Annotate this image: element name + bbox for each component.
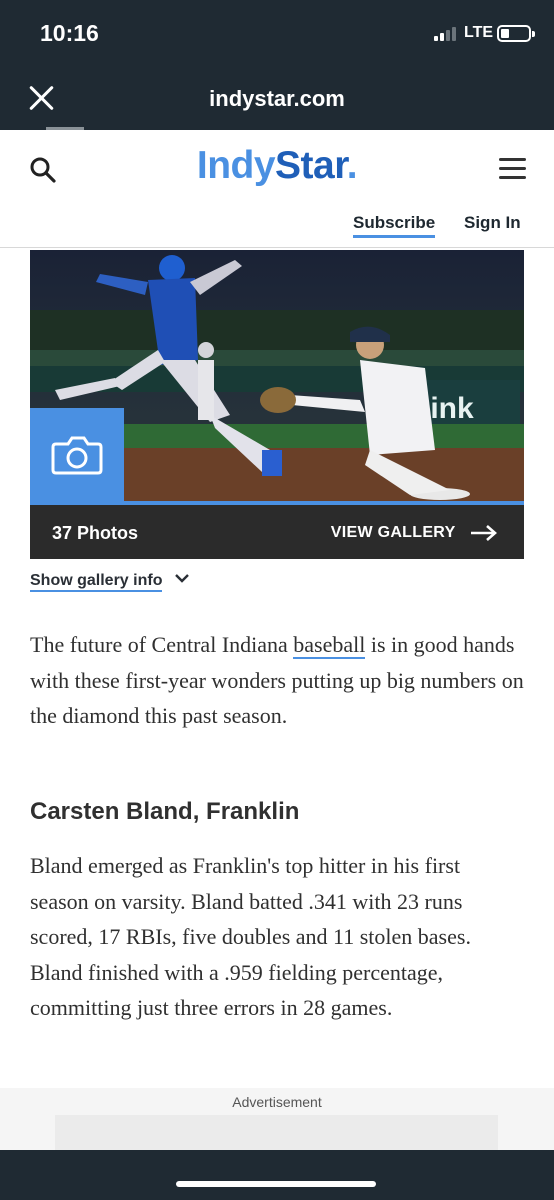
- view-gallery-label: VIEW GALLERY: [330, 524, 456, 541]
- bottom-bar: [0, 1150, 554, 1200]
- show-gallery-info-button[interactable]: Show gallery info: [30, 572, 189, 592]
- arrow-right-icon: [471, 524, 497, 541]
- sign-in-link[interactable]: Sign In: [464, 213, 521, 233]
- advertisement: Advertisement: [0, 1088, 554, 1150]
- url-label[interactable]: indystar.com: [0, 86, 554, 112]
- intro-text-start: The future of Central Indiana: [30, 632, 294, 657]
- network-label: LTE: [464, 24, 494, 41]
- gallery-bar[interactable]: 37 Photos VIEW GALLERY: [30, 501, 524, 559]
- logo-indy: Indy: [196, 144, 276, 187]
- battery-icon: [497, 25, 535, 42]
- view-gallery-button[interactable]: VIEW GALLERY: [331, 524, 498, 542]
- chevron-down-icon: [175, 574, 189, 583]
- camera-icon[interactable]: [30, 408, 124, 501]
- home-indicator[interactable]: [176, 1181, 376, 1187]
- gallery-info-label: Show gallery info: [30, 572, 163, 592]
- article-body: Bland emerged as Franklin's top hitter i…: [30, 853, 471, 1020]
- photo-gallery[interactable]: link 37 Photos VIEW GALLERY: [30, 250, 524, 559]
- article-intro: The future of Central Indiana baseball i…: [30, 627, 524, 734]
- browser-chrome: 10:16 LTE indystar.com: [0, 0, 554, 130]
- signal-icon: [434, 27, 460, 41]
- logo-dot: .: [346, 144, 358, 187]
- baseball-link[interactable]: baseball: [293, 632, 366, 659]
- ad-label: Advertisement: [232, 1094, 322, 1110]
- article-subhead: Carsten Bland, Franklin: [30, 798, 300, 825]
- logo-star: Star: [275, 144, 347, 187]
- subscribe-link[interactable]: Subscribe: [353, 213, 436, 238]
- hamburger-menu-icon[interactable]: [499, 158, 526, 180]
- status-time: 10:16: [40, 20, 99, 46]
- ad-slot[interactable]: [55, 1115, 498, 1150]
- indystar-logo[interactable]: IndyStar.: [0, 144, 554, 188]
- photo-count: 37 Photos: [52, 523, 139, 543]
